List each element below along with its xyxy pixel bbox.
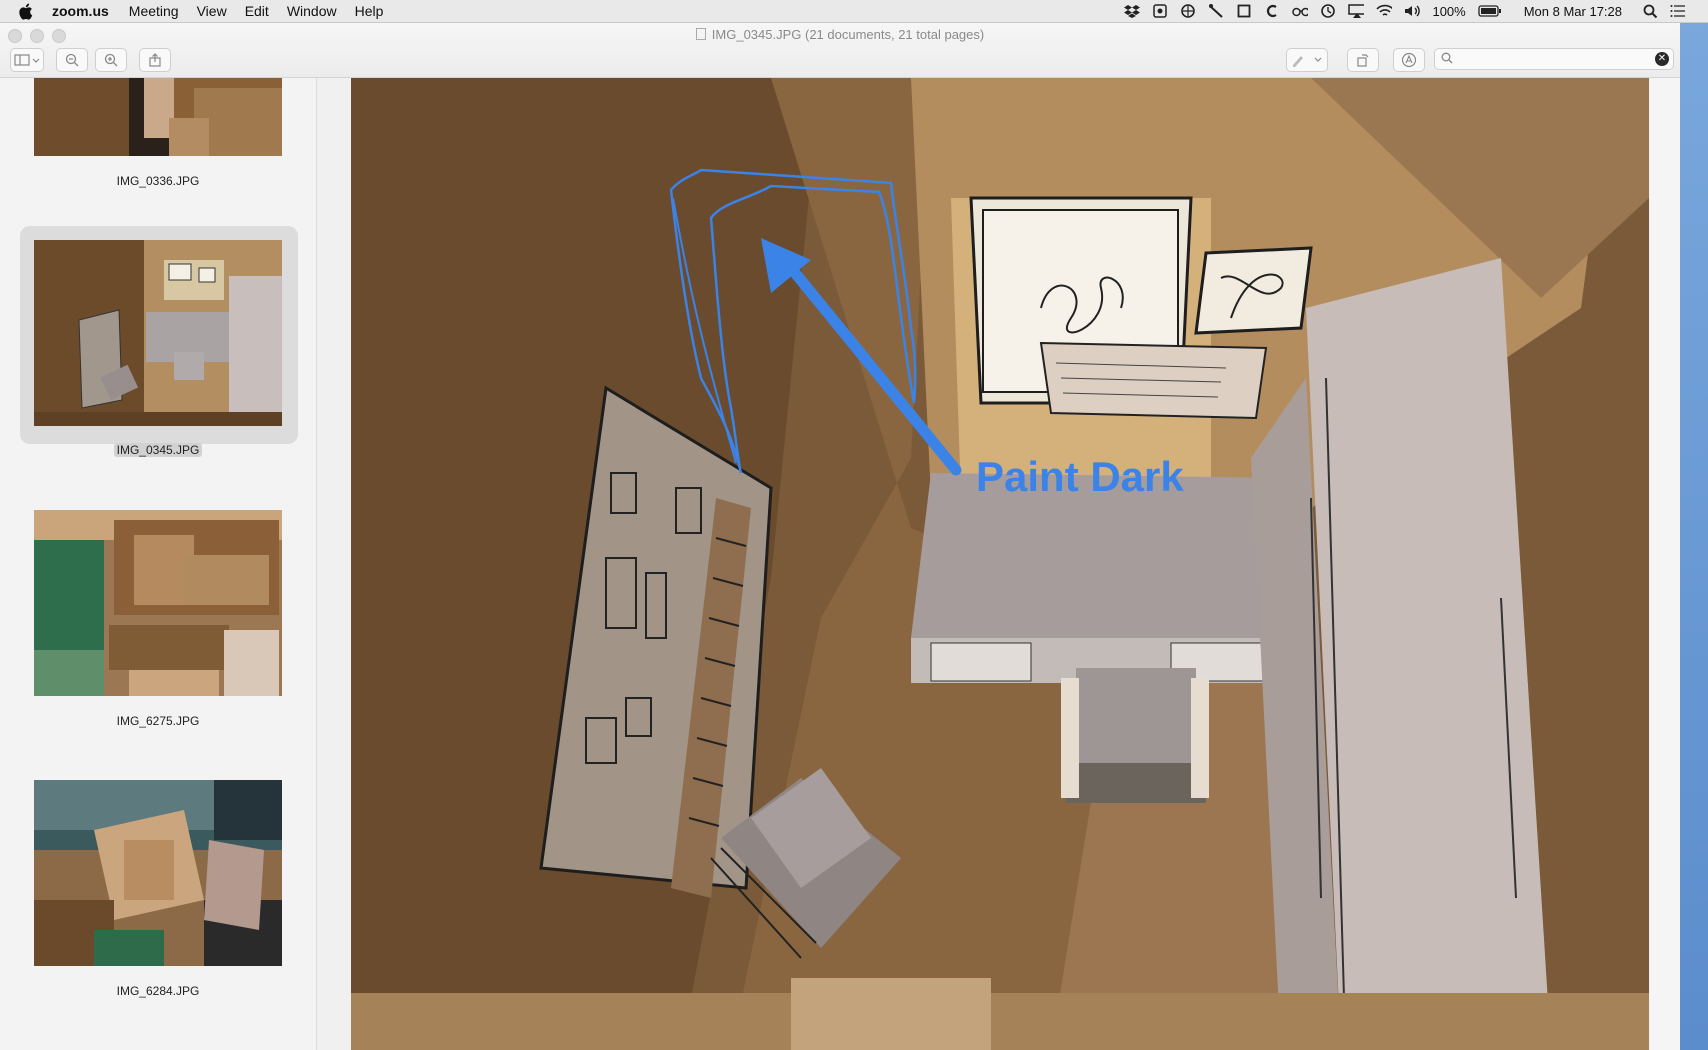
viewer-right-margin xyxy=(1650,78,1680,1050)
thumbnail-label: IMG_0336.JPG xyxy=(116,174,200,188)
wifi-icon[interactable] xyxy=(1376,4,1393,18)
annotation-text: Paint Dark xyxy=(976,453,1184,500)
preview-window: IMG_0345.JPG (21 documents, 21 total pag… xyxy=(0,23,1680,1050)
image-viewer: Paint Dark xyxy=(317,78,1680,1050)
status-area: 100% Mon 8 Mar 17:28 xyxy=(1124,0,1686,22)
sidebar-toggle-button[interactable] xyxy=(10,48,44,72)
apple-menu-icon[interactable] xyxy=(18,3,38,20)
thumbnail-label: IMG_0345.JPG xyxy=(113,443,203,457)
toolbar: IMG_0345.JPG (21 documents, 21 total pag… xyxy=(0,23,1680,78)
main-image[interactable]: Paint Dark xyxy=(351,78,1649,1050)
share-button[interactable] xyxy=(139,48,171,72)
search-field[interactable]: ✕ xyxy=(1434,48,1674,70)
thumbnail-sidebar: IMG_0336.JPG IMG_0345.JPG IMG_6275.JPG I… xyxy=(0,78,317,1050)
zoom-out-icon xyxy=(65,53,79,67)
square-icon[interactable] xyxy=(1236,4,1252,18)
thumbnail-label: IMG_6284.JPG xyxy=(116,984,200,998)
c-app-icon[interactable] xyxy=(1264,4,1280,18)
tool-icon[interactable] xyxy=(1208,4,1224,18)
screen-capture-icon[interactable] xyxy=(1152,4,1168,18)
menu-edit[interactable]: Edit xyxy=(245,3,269,19)
thumbnail-image xyxy=(34,240,282,426)
volume-icon[interactable] xyxy=(1404,4,1421,18)
menu-meeting[interactable]: Meeting xyxy=(129,3,179,19)
desktop-background xyxy=(1680,0,1708,1050)
menu-bar: zoom.us Meeting View Edit Window Help 10… xyxy=(0,0,1708,23)
menu-help[interactable]: Help xyxy=(355,3,384,19)
search-icon xyxy=(1441,52,1453,64)
document-icon xyxy=(695,28,706,40)
markup-pen-button[interactable] xyxy=(1286,48,1328,72)
dropbox-icon[interactable] xyxy=(1124,4,1141,18)
thumbnail-image xyxy=(34,780,282,966)
thumbnail-image xyxy=(34,78,282,156)
markup-icon xyxy=(1401,52,1417,68)
menu-view[interactable]: View xyxy=(197,3,227,19)
sidebar-icon xyxy=(14,54,40,66)
time-machine-icon[interactable] xyxy=(1320,4,1336,18)
spotlight-search-icon[interactable] xyxy=(1642,4,1658,18)
zoom-in-icon xyxy=(104,53,118,67)
thumbnail-label: IMG_6275.JPG xyxy=(116,714,200,728)
app-menu[interactable]: zoom.us xyxy=(52,3,109,19)
battery-percent: 100% xyxy=(1432,3,1466,19)
pen-icon xyxy=(1293,56,1322,67)
notification-center-icon[interactable] xyxy=(1670,4,1686,18)
airplay-icon[interactable] xyxy=(1348,4,1365,18)
zoom-in-button[interactable] xyxy=(95,48,127,72)
markup-toolbar-button[interactable] xyxy=(1393,48,1425,72)
battery-icon[interactable] xyxy=(1478,4,1502,18)
zoom-out-button[interactable] xyxy=(56,48,88,72)
sync-icon[interactable] xyxy=(1180,4,1196,18)
clock[interactable]: Mon 8 Mar 17:28 xyxy=(1524,4,1622,19)
glasses-icon[interactable] xyxy=(1292,4,1309,18)
rotate-button[interactable] xyxy=(1347,48,1379,72)
thumbnail-image xyxy=(34,510,282,696)
search-input[interactable] xyxy=(1459,49,1653,69)
window-title: IMG_0345.JPG (21 documents, 21 total pag… xyxy=(0,27,1680,42)
share-icon xyxy=(149,53,161,67)
menu-window[interactable]: Window xyxy=(287,3,337,19)
rotate-icon xyxy=(1357,54,1369,67)
clear-search-icon[interactable]: ✕ xyxy=(1655,52,1669,66)
